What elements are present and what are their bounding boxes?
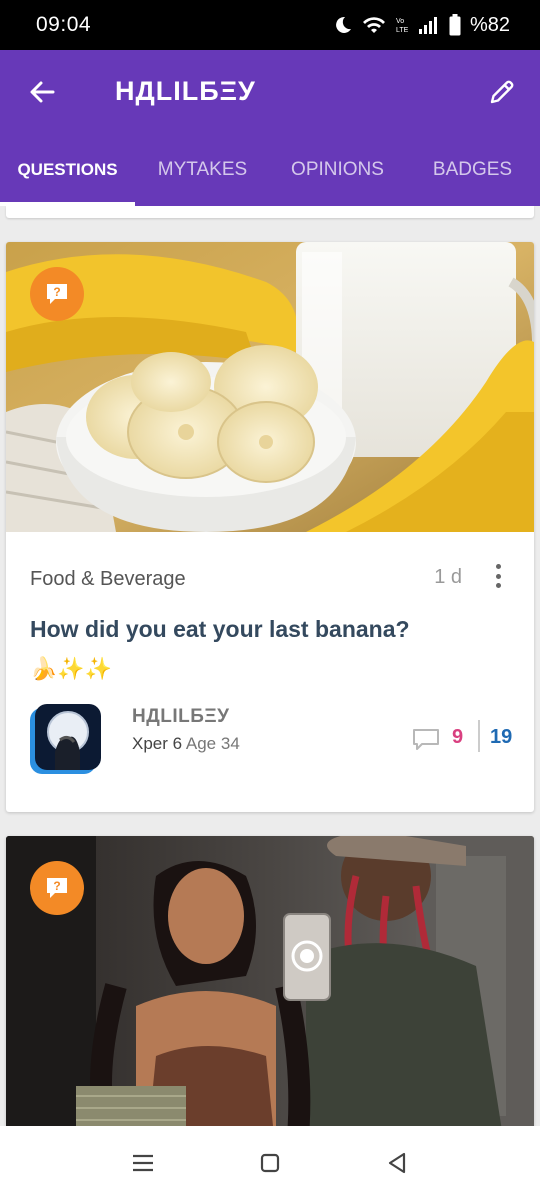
dot-icon bbox=[495, 573, 501, 579]
xper-level: Xper 6 bbox=[132, 734, 183, 753]
svg-text:?: ? bbox=[53, 879, 60, 893]
system-back-button[interactable] bbox=[372, 1138, 422, 1188]
volte-icon: Vo LTE bbox=[396, 18, 409, 34]
time-ago: 1 d bbox=[434, 566, 462, 588]
opinion-count[interactable]: 19 bbox=[490, 726, 512, 749]
signal-icon bbox=[418, 17, 437, 34]
author-age: Age 34 bbox=[185, 734, 240, 753]
system-nav-bar bbox=[0, 1126, 540, 1200]
previous-card-edge bbox=[6, 206, 534, 218]
wifi-icon bbox=[362, 17, 385, 33]
profile-tabs: QUESTIONS MYTAKES OPINIONS BADGES bbox=[0, 134, 540, 206]
app-header: НДLILБΞУ QUESTIONS MYTAKES OPINIONS BADG… bbox=[0, 50, 540, 206]
question-badge: ? bbox=[30, 267, 84, 321]
dot-icon bbox=[495, 564, 501, 569]
home-button[interactable] bbox=[245, 1138, 295, 1188]
question-card[interactable]: ? bbox=[6, 836, 534, 1126]
svg-text:?: ? bbox=[53, 285, 60, 299]
back-arrow-icon bbox=[30, 81, 55, 103]
tab-badges[interactable]: BADGES bbox=[405, 134, 540, 206]
question-description: 🍌✨✨ bbox=[30, 656, 113, 681]
status-time: 09:04 bbox=[36, 13, 92, 36]
tab-questions[interactable]: QUESTIONS bbox=[0, 134, 135, 206]
question-badge: ? bbox=[30, 861, 84, 915]
author-row: НДLILБΞУ Xper 6 Age 34 9 19 bbox=[30, 704, 520, 780]
svg-text:Vo: Vo bbox=[396, 18, 404, 25]
comment-count[interactable]: 9 bbox=[452, 726, 463, 749]
comment-icon[interactable] bbox=[412, 728, 440, 752]
tab-opinions[interactable]: OPINIONS bbox=[270, 134, 405, 206]
pencil-icon bbox=[490, 80, 514, 104]
back-button[interactable] bbox=[24, 74, 60, 110]
moon-icon bbox=[336, 16, 351, 33]
question-card[interactable]: ? Food & Beverage 1 d How did you eat yo… bbox=[6, 242, 534, 812]
question-bubble-icon: ? bbox=[47, 284, 67, 304]
edit-profile-button[interactable] bbox=[484, 74, 520, 110]
back-icon bbox=[388, 1152, 405, 1174]
header-row: НДLILБΞУ bbox=[0, 50, 540, 134]
question-feed[interactable]: ? Food & Beverage 1 d How did you eat yo… bbox=[0, 206, 540, 1126]
status-bar: 09:04 Vo LTE %82 bbox=[0, 0, 540, 50]
author-name[interactable]: НДLILБΞУ bbox=[132, 706, 229, 728]
page-title: НДLILБΞУ bbox=[115, 76, 256, 106]
author-meta: Xper 6 Age 34 bbox=[132, 734, 240, 754]
banana-milk-photo[interactable]: ? bbox=[6, 242, 534, 532]
battery-percent: %82 bbox=[469, 13, 510, 36]
recent-apps-button[interactable] bbox=[118, 1138, 168, 1188]
avatar[interactable] bbox=[30, 704, 102, 776]
category-label[interactable]: Food & Beverage bbox=[30, 568, 186, 591]
status-icons: Vo LTE %82 bbox=[333, 14, 510, 37]
dot-icon bbox=[495, 583, 501, 588]
svg-text:LTE: LTE bbox=[396, 27, 409, 34]
couple-selfie-photo[interactable]: ? bbox=[6, 836, 534, 1126]
home-icon bbox=[260, 1153, 280, 1173]
menu-icon bbox=[133, 1154, 154, 1172]
question-bubble-icon: ? bbox=[47, 878, 67, 898]
battery-icon bbox=[449, 14, 461, 36]
question-title[interactable]: How did you eat your last banana? bbox=[30, 616, 410, 643]
tab-mytakes[interactable]: MYTAKES bbox=[135, 134, 270, 206]
divider bbox=[478, 720, 480, 752]
more-options-button[interactable] bbox=[488, 562, 508, 590]
